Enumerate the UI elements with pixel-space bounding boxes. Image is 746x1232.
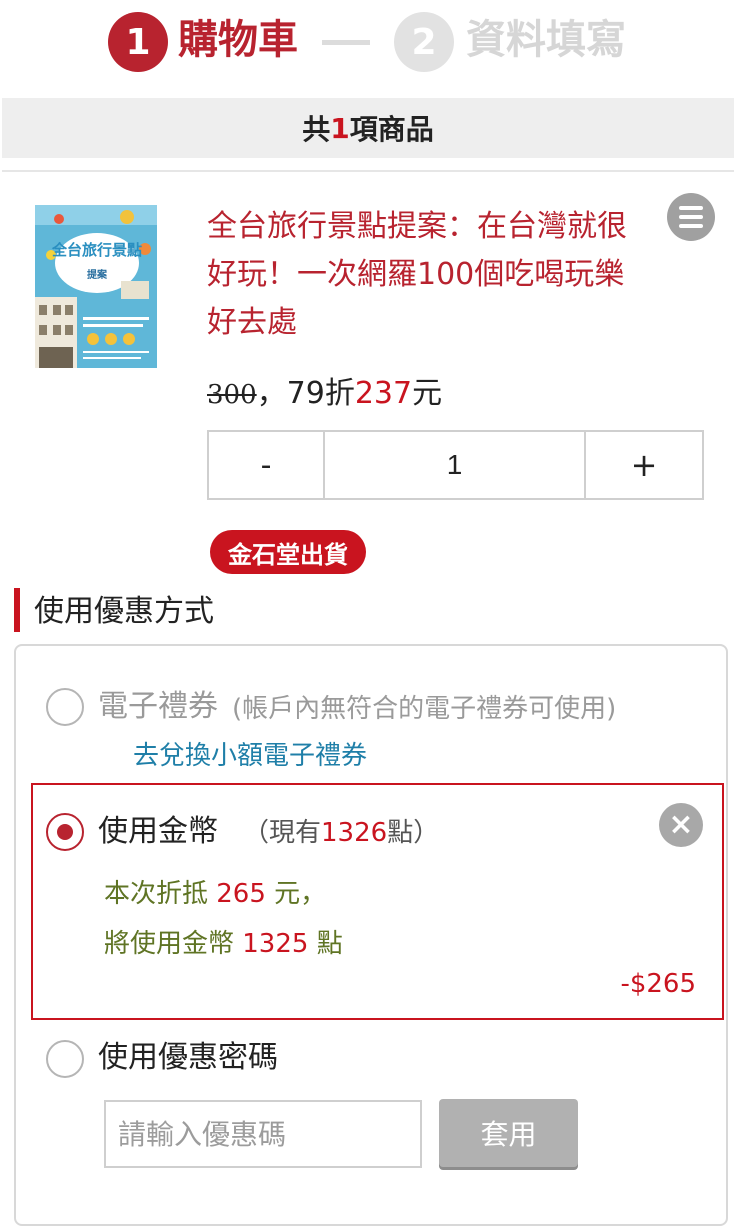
gold-coin-discount-amount: -$265 (620, 969, 696, 999)
product-title-link[interactable]: 全台旅行景點提案：在台灣就很好玩！一次網羅100個吃喝玩樂好去處 (207, 203, 627, 347)
deduction-prefix: 本次折抵 (104, 879, 217, 909)
step-1-number: 1 (108, 12, 168, 72)
step-2-number: 2 (394, 12, 454, 72)
quantity-stepper: - 1 + (207, 430, 704, 500)
ecoupon-label[interactable]: 電子禮券 (98, 685, 218, 729)
step-1-label: 購物車 (178, 17, 298, 63)
deduction-suffix: 元， (265, 879, 327, 909)
balance-prefix: （現有 (243, 818, 322, 848)
usage-prefix: 將使用金幣 (104, 929, 243, 959)
usage-value: 1325 (242, 929, 309, 959)
section-accent-bar (14, 588, 20, 632)
shipping-badge: 金石堂出貨 (210, 530, 366, 574)
gold-coin-radio[interactable] (46, 813, 84, 851)
exchange-ecoupon-link[interactable]: 去兌換小額電子禮券 (133, 736, 367, 776)
divider (2, 170, 734, 172)
count-prefix: 共 (302, 113, 331, 146)
ecoupon-note: (帳戶內無符合的電子禮券可使用) (232, 694, 617, 724)
increase-quantity-button[interactable]: + (586, 432, 702, 498)
promo-code-label[interactable]: 使用優惠密碼 (98, 1036, 278, 1080)
decrease-quantity-button[interactable]: - (209, 432, 325, 498)
promo-code-radio[interactable] (46, 1040, 84, 1078)
deduction-value: 265 (216, 879, 266, 909)
book-cover-image[interactable]: 全台旅行景點 提案 (35, 205, 157, 368)
price-currency: 元 (412, 376, 443, 411)
gold-coin-deduction-text: 本次折抵 265 元， (104, 875, 326, 913)
balance-value: 1326 (321, 818, 388, 848)
discount-rate: 79折 (286, 376, 355, 411)
cart-item-count: 共 1 項商品 (2, 98, 734, 158)
gold-coin-balance: （現有1326點） (243, 815, 439, 851)
quantity-value[interactable]: 1 (325, 432, 586, 498)
product-price: 300，79折237元 (207, 372, 442, 417)
step-divider (322, 40, 370, 45)
discount-section-title: 使用優惠方式 (34, 594, 214, 629)
book-cover-title: 全台旅行景點 (51, 241, 142, 259)
balance-suffix: 點） (387, 818, 440, 848)
gold-coin-usage-text: 將使用金幣 1325 點 (104, 925, 343, 963)
price-separator: ， (256, 376, 287, 411)
sale-price: 237 (354, 376, 413, 411)
ecoupon-radio[interactable] (46, 688, 84, 726)
original-price: 300 (207, 380, 257, 410)
gold-coin-label[interactable]: 使用金幣 (98, 810, 218, 854)
close-icon[interactable]: × (659, 803, 703, 847)
menu-icon[interactable] (667, 193, 715, 241)
promo-code-input[interactable] (104, 1100, 422, 1168)
step-2-label: 資料填寫 (466, 17, 626, 63)
count-number: 1 (330, 111, 350, 145)
book-cover-subtitle: 提案 (87, 268, 108, 281)
count-suffix: 項商品 (349, 113, 434, 146)
usage-suffix: 點 (308, 929, 343, 959)
checkout-steps: 1 購物車 2 資料填寫 (0, 0, 746, 88)
apply-promo-button[interactable]: 套用 (439, 1099, 578, 1167)
